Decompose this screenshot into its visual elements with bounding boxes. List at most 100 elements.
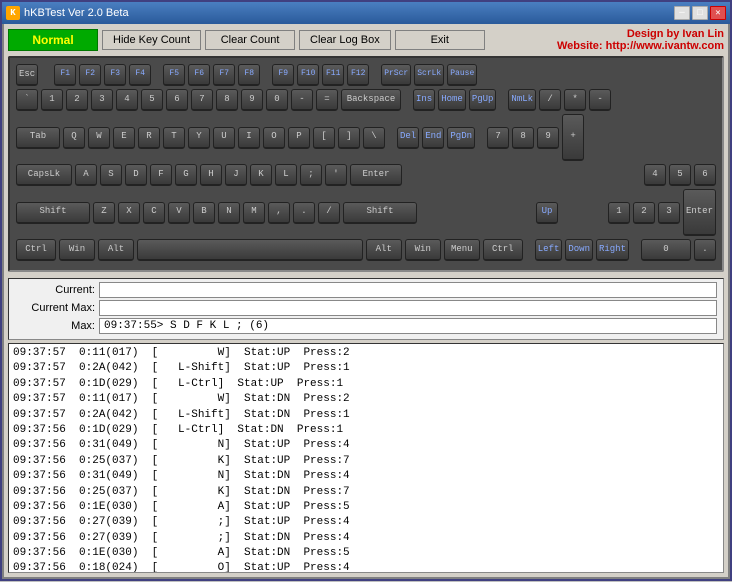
key-down[interactable]: Down: [565, 239, 593, 261]
key-7[interactable]: 7: [191, 89, 213, 111]
key-up[interactable]: Up: [536, 202, 558, 224]
key-i[interactable]: I: [238, 127, 260, 149]
key-h[interactable]: H: [200, 164, 222, 186]
key-num-asterisk[interactable]: *: [564, 89, 586, 111]
key-num9[interactable]: 9: [537, 127, 559, 149]
key-num0[interactable]: 0: [641, 239, 691, 261]
key-q[interactable]: Q: [63, 127, 85, 149]
key-l[interactable]: L: [275, 164, 297, 186]
key-0[interactable]: 0: [266, 89, 288, 111]
key-b[interactable]: B: [193, 202, 215, 224]
key-p[interactable]: P: [288, 127, 310, 149]
key-o[interactable]: O: [263, 127, 285, 149]
key-num3[interactable]: 3: [658, 202, 680, 224]
key-num6[interactable]: 6: [694, 164, 716, 186]
key-slash[interactable]: /: [318, 202, 340, 224]
key-5[interactable]: 5: [141, 89, 163, 111]
key-ralt[interactable]: Alt: [366, 239, 402, 261]
key-f1[interactable]: F1: [54, 64, 76, 86]
key-end[interactable]: End: [422, 127, 444, 149]
key-4[interactable]: 4: [116, 89, 138, 111]
hide-key-count-button[interactable]: Hide Key Count: [102, 30, 201, 50]
key-lbracket[interactable]: [: [313, 127, 335, 149]
key-f12[interactable]: F12: [347, 64, 369, 86]
key-t[interactable]: T: [163, 127, 185, 149]
key-u[interactable]: U: [213, 127, 235, 149]
key-minus[interactable]: -: [291, 89, 313, 111]
key-del[interactable]: Del: [397, 127, 419, 149]
key-rshift[interactable]: Shift: [343, 202, 417, 224]
key-e[interactable]: E: [113, 127, 135, 149]
key-quote[interactable]: ': [325, 164, 347, 186]
key-space[interactable]: [137, 239, 363, 261]
key-f11[interactable]: F11: [322, 64, 344, 86]
key-g[interactable]: G: [175, 164, 197, 186]
key-equals[interactable]: =: [316, 89, 338, 111]
key-backspace[interactable]: Backspace: [341, 89, 401, 111]
maximize-button[interactable]: □: [692, 6, 708, 20]
key-ins[interactable]: Ins: [413, 89, 435, 111]
key-pause[interactable]: Pause: [447, 64, 477, 86]
key-num-slash[interactable]: /: [539, 89, 561, 111]
key-esc[interactable]: Esc: [16, 64, 38, 86]
log-area[interactable]: 09:37:57 0:11(017) [ W] Stat:UP Press:20…: [8, 343, 724, 573]
key-c[interactable]: C: [143, 202, 165, 224]
key-v[interactable]: V: [168, 202, 190, 224]
key-j[interactable]: J: [225, 164, 247, 186]
key-semicolon[interactable]: ;: [300, 164, 322, 186]
clear-count-button[interactable]: Clear Count: [205, 30, 295, 50]
key-left[interactable]: Left: [535, 239, 563, 261]
key-x[interactable]: X: [118, 202, 140, 224]
key-lwin[interactable]: Win: [59, 239, 95, 261]
key-numlk[interactable]: NmLk: [508, 89, 536, 111]
key-num-minus[interactable]: -: [589, 89, 611, 111]
key-num2[interactable]: 2: [633, 202, 655, 224]
key-z[interactable]: Z: [93, 202, 115, 224]
key-num8[interactable]: 8: [512, 127, 534, 149]
key-6[interactable]: 6: [166, 89, 188, 111]
key-lctrl[interactable]: Ctrl: [16, 239, 56, 261]
key-a[interactable]: A: [75, 164, 97, 186]
key-num-dot[interactable]: .: [694, 239, 716, 261]
key-f6[interactable]: F6: [188, 64, 210, 86]
key-f7[interactable]: F7: [213, 64, 235, 86]
key-f2[interactable]: F2: [79, 64, 101, 86]
key-backtick[interactable]: `: [16, 89, 38, 111]
key-num1[interactable]: 1: [608, 202, 630, 224]
key-k[interactable]: K: [250, 164, 272, 186]
key-period[interactable]: .: [293, 202, 315, 224]
minimize-button[interactable]: ─: [674, 6, 690, 20]
key-backslash[interactable]: \: [363, 127, 385, 149]
key-num7[interactable]: 7: [487, 127, 509, 149]
key-home[interactable]: Home: [438, 89, 466, 111]
key-capslock[interactable]: CapsLk: [16, 164, 72, 186]
key-scrlk[interactable]: ScrLk: [414, 64, 444, 86]
close-button[interactable]: ✕: [710, 6, 726, 20]
key-lshift[interactable]: Shift: [16, 202, 90, 224]
key-9[interactable]: 9: [241, 89, 263, 111]
key-lalt[interactable]: Alt: [98, 239, 134, 261]
key-n[interactable]: N: [218, 202, 240, 224]
key-num-enter[interactable]: Enter: [683, 189, 716, 236]
key-d[interactable]: D: [125, 164, 147, 186]
key-enter[interactable]: Enter: [350, 164, 402, 186]
key-1[interactable]: 1: [41, 89, 63, 111]
normal-button[interactable]: Normal: [8, 29, 98, 51]
key-num-plus[interactable]: +: [562, 114, 584, 161]
key-comma[interactable]: ,: [268, 202, 290, 224]
key-num5[interactable]: 5: [669, 164, 691, 186]
key-rbracket[interactable]: ]: [338, 127, 360, 149]
key-f8[interactable]: F8: [238, 64, 260, 86]
key-prtscr[interactable]: PrScr: [381, 64, 411, 86]
key-f3[interactable]: F3: [104, 64, 126, 86]
key-3[interactable]: 3: [91, 89, 113, 111]
exit-button[interactable]: Exit: [395, 30, 485, 50]
key-right[interactable]: Right: [596, 239, 629, 261]
key-f4[interactable]: F4: [129, 64, 151, 86]
key-pgdn[interactable]: PgDn: [447, 127, 475, 149]
key-w[interactable]: W: [88, 127, 110, 149]
key-8[interactable]: 8: [216, 89, 238, 111]
key-y[interactable]: Y: [188, 127, 210, 149]
key-menu[interactable]: Menu: [444, 239, 480, 261]
key-f[interactable]: F: [150, 164, 172, 186]
